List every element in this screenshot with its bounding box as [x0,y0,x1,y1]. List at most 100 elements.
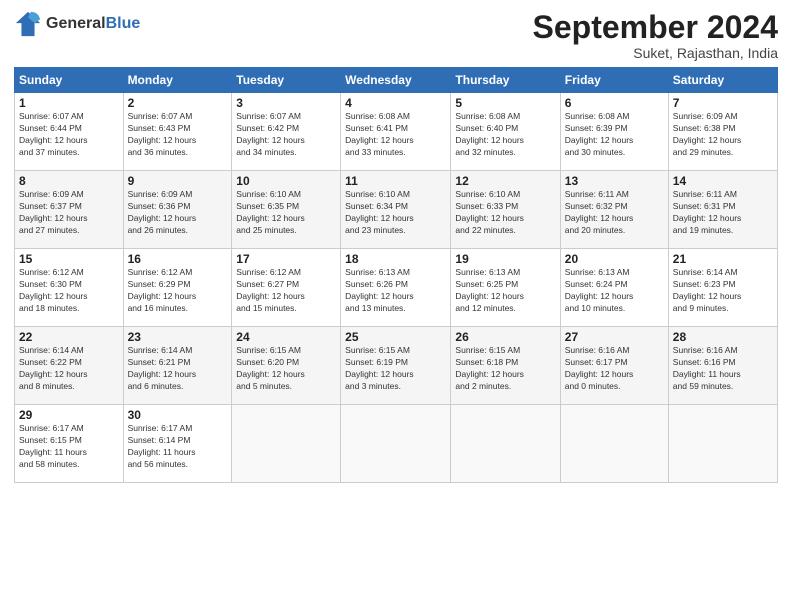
day-number: 25 [345,330,446,344]
day-number: 27 [565,330,664,344]
day-number: 13 [565,174,664,188]
day-info: Sunrise: 6:11 AM Sunset: 6:32 PM Dayligh… [565,189,664,237]
day-info: Sunrise: 6:10 AM Sunset: 6:34 PM Dayligh… [345,189,446,237]
col-saturday: Saturday [668,68,777,93]
calendar-cell: 27Sunrise: 6:16 AM Sunset: 6:17 PM Dayli… [560,327,668,405]
calendar-cell: 8Sunrise: 6:09 AM Sunset: 6:37 PM Daylig… [15,171,124,249]
page-container: GeneralBlue September 2024 Suket, Rajast… [0,0,792,493]
title-block: September 2024 Suket, Rajasthan, India [533,10,778,61]
day-number: 15 [19,252,119,266]
calendar-week-3: 15Sunrise: 6:12 AM Sunset: 6:30 PM Dayli… [15,249,778,327]
day-number: 14 [673,174,773,188]
location: Suket, Rajasthan, India [533,45,778,61]
day-info: Sunrise: 6:15 AM Sunset: 6:20 PM Dayligh… [236,345,336,393]
day-number: 17 [236,252,336,266]
day-number: 7 [673,96,773,110]
header: GeneralBlue September 2024 Suket, Rajast… [14,10,778,61]
day-info: Sunrise: 6:09 AM Sunset: 6:38 PM Dayligh… [673,111,773,159]
day-info: Sunrise: 6:11 AM Sunset: 6:31 PM Dayligh… [673,189,773,237]
day-info: Sunrise: 6:16 AM Sunset: 6:16 PM Dayligh… [673,345,773,393]
day-number: 30 [128,408,228,422]
calendar-cell: 13Sunrise: 6:11 AM Sunset: 6:32 PM Dayli… [560,171,668,249]
day-number: 22 [19,330,119,344]
day-number: 29 [19,408,119,422]
calendar-week-1: 1Sunrise: 6:07 AM Sunset: 6:44 PM Daylig… [15,93,778,171]
day-number: 11 [345,174,446,188]
day-number: 8 [19,174,119,188]
col-thursday: Thursday [451,68,560,93]
calendar-cell: 14Sunrise: 6:11 AM Sunset: 6:31 PM Dayli… [668,171,777,249]
col-tuesday: Tuesday [232,68,341,93]
calendar-cell: 26Sunrise: 6:15 AM Sunset: 6:18 PM Dayli… [451,327,560,405]
calendar-cell: 23Sunrise: 6:14 AM Sunset: 6:21 PM Dayli… [123,327,232,405]
day-number: 12 [455,174,555,188]
calendar-cell [451,405,560,483]
day-number: 3 [236,96,336,110]
day-info: Sunrise: 6:13 AM Sunset: 6:26 PM Dayligh… [345,267,446,315]
day-number: 9 [128,174,228,188]
calendar-cell: 10Sunrise: 6:10 AM Sunset: 6:35 PM Dayli… [232,171,341,249]
calendar-cell: 28Sunrise: 6:16 AM Sunset: 6:16 PM Dayli… [668,327,777,405]
calendar-table: Sunday Monday Tuesday Wednesday Thursday… [14,67,778,483]
day-number: 19 [455,252,555,266]
day-info: Sunrise: 6:17 AM Sunset: 6:14 PM Dayligh… [128,423,228,471]
calendar-cell: 6Sunrise: 6:08 AM Sunset: 6:39 PM Daylig… [560,93,668,171]
calendar-cell: 3Sunrise: 6:07 AM Sunset: 6:42 PM Daylig… [232,93,341,171]
col-friday: Friday [560,68,668,93]
calendar-cell: 17Sunrise: 6:12 AM Sunset: 6:27 PM Dayli… [232,249,341,327]
day-info: Sunrise: 6:08 AM Sunset: 6:40 PM Dayligh… [455,111,555,159]
calendar-header-row: Sunday Monday Tuesday Wednesday Thursday… [15,68,778,93]
col-wednesday: Wednesday [341,68,451,93]
calendar-cell [560,405,668,483]
day-number: 24 [236,330,336,344]
day-info: Sunrise: 6:12 AM Sunset: 6:30 PM Dayligh… [19,267,119,315]
day-number: 26 [455,330,555,344]
day-info: Sunrise: 6:14 AM Sunset: 6:22 PM Dayligh… [19,345,119,393]
logo-text: GeneralBlue [46,14,140,33]
day-info: Sunrise: 6:14 AM Sunset: 6:23 PM Dayligh… [673,267,773,315]
day-number: 2 [128,96,228,110]
logo: GeneralBlue [14,10,140,38]
calendar-cell: 21Sunrise: 6:14 AM Sunset: 6:23 PM Dayli… [668,249,777,327]
calendar-cell: 29Sunrise: 6:17 AM Sunset: 6:15 PM Dayli… [15,405,124,483]
calendar-cell: 12Sunrise: 6:10 AM Sunset: 6:33 PM Dayli… [451,171,560,249]
col-monday: Monday [123,68,232,93]
logo-icon [14,10,42,38]
calendar-cell [232,405,341,483]
calendar-cell: 2Sunrise: 6:07 AM Sunset: 6:43 PM Daylig… [123,93,232,171]
calendar-cell: 5Sunrise: 6:08 AM Sunset: 6:40 PM Daylig… [451,93,560,171]
day-info: Sunrise: 6:10 AM Sunset: 6:35 PM Dayligh… [236,189,336,237]
calendar-cell: 22Sunrise: 6:14 AM Sunset: 6:22 PM Dayli… [15,327,124,405]
day-info: Sunrise: 6:08 AM Sunset: 6:41 PM Dayligh… [345,111,446,159]
calendar-week-4: 22Sunrise: 6:14 AM Sunset: 6:22 PM Dayli… [15,327,778,405]
day-info: Sunrise: 6:13 AM Sunset: 6:25 PM Dayligh… [455,267,555,315]
calendar-cell: 11Sunrise: 6:10 AM Sunset: 6:34 PM Dayli… [341,171,451,249]
day-info: Sunrise: 6:12 AM Sunset: 6:27 PM Dayligh… [236,267,336,315]
day-info: Sunrise: 6:12 AM Sunset: 6:29 PM Dayligh… [128,267,228,315]
calendar-week-2: 8Sunrise: 6:09 AM Sunset: 6:37 PM Daylig… [15,171,778,249]
day-info: Sunrise: 6:17 AM Sunset: 6:15 PM Dayligh… [19,423,119,471]
col-sunday: Sunday [15,68,124,93]
day-info: Sunrise: 6:09 AM Sunset: 6:36 PM Dayligh… [128,189,228,237]
calendar-cell: 25Sunrise: 6:15 AM Sunset: 6:19 PM Dayli… [341,327,451,405]
day-number: 1 [19,96,119,110]
day-number: 18 [345,252,446,266]
day-info: Sunrise: 6:16 AM Sunset: 6:17 PM Dayligh… [565,345,664,393]
calendar-cell [341,405,451,483]
day-info: Sunrise: 6:15 AM Sunset: 6:18 PM Dayligh… [455,345,555,393]
calendar-cell: 15Sunrise: 6:12 AM Sunset: 6:30 PM Dayli… [15,249,124,327]
calendar-cell [668,405,777,483]
calendar-cell: 20Sunrise: 6:13 AM Sunset: 6:24 PM Dayli… [560,249,668,327]
day-number: 28 [673,330,773,344]
day-number: 5 [455,96,555,110]
calendar-cell: 9Sunrise: 6:09 AM Sunset: 6:36 PM Daylig… [123,171,232,249]
calendar-cell: 18Sunrise: 6:13 AM Sunset: 6:26 PM Dayli… [341,249,451,327]
calendar-cell: 7Sunrise: 6:09 AM Sunset: 6:38 PM Daylig… [668,93,777,171]
day-info: Sunrise: 6:09 AM Sunset: 6:37 PM Dayligh… [19,189,119,237]
calendar-cell: 4Sunrise: 6:08 AM Sunset: 6:41 PM Daylig… [341,93,451,171]
day-number: 16 [128,252,228,266]
day-number: 6 [565,96,664,110]
day-info: Sunrise: 6:07 AM Sunset: 6:43 PM Dayligh… [128,111,228,159]
calendar-cell: 30Sunrise: 6:17 AM Sunset: 6:14 PM Dayli… [123,405,232,483]
day-number: 21 [673,252,773,266]
